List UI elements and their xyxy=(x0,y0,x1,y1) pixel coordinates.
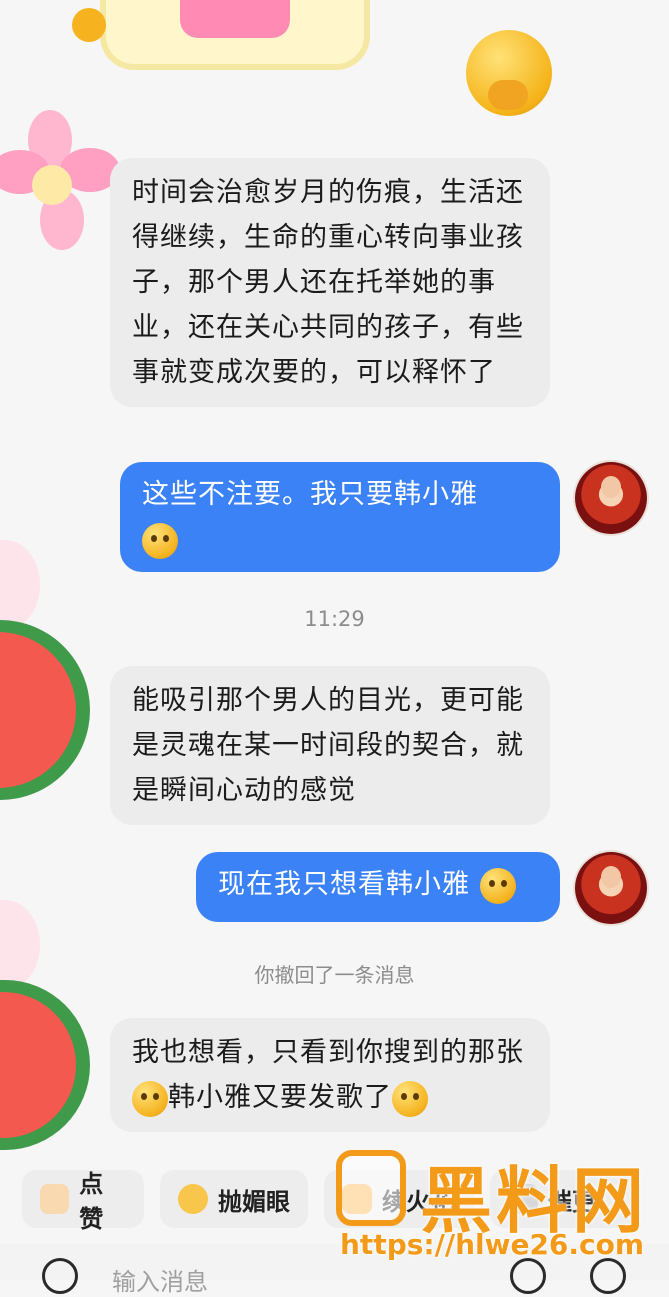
flower-sticker xyxy=(0,110,120,260)
outgoing-message-bubble[interactable]: 现在我只想看韩小雅 xyxy=(196,852,560,922)
incoming-message-bubble[interactable]: 能吸引那个男人的目光，更可能是灵魂在某一时间段的契合，就是瞬间心动的感觉 xyxy=(110,666,550,825)
winking-tongue-emoji xyxy=(392,1080,428,1117)
crying-laughing-emoji xyxy=(132,1080,168,1117)
message-text: 现在我只想看韩小雅 xyxy=(218,869,470,900)
user-avatar[interactable] xyxy=(575,462,647,534)
sticker-banner xyxy=(100,0,370,70)
crying-laughing-emoji xyxy=(142,522,178,559)
message-text: 能吸引那个男人的目光，更可能是灵魂在某一时间段的契合，就是瞬间心动的感觉 xyxy=(132,685,524,806)
chip-label: 点赞 xyxy=(79,1170,104,1233)
message-text: 这些不注要。我只要韩小雅 xyxy=(142,479,478,510)
incoming-message-bubble[interactable]: 时间会治愈岁月的伤痕，生活还得继续，生命的重心转向事业孩子，那个男人还在托举她的… xyxy=(110,158,550,407)
cover-mouth-emoji xyxy=(466,30,552,116)
message-text: 韩小雅又要发歌了 xyxy=(168,1082,392,1113)
outgoing-message-bubble[interactable]: 这些不注要。我只要韩小雅 xyxy=(120,462,560,572)
wink-face-icon xyxy=(178,1184,208,1214)
chip-label: 抛媚眼 xyxy=(218,1187,290,1216)
voice-icon[interactable] xyxy=(42,1258,78,1294)
emoji-icon[interactable] xyxy=(510,1258,546,1294)
watermelon-sticker xyxy=(0,900,100,1150)
quick-reply-like[interactable]: 点赞 xyxy=(22,1170,144,1233)
incoming-message-bubble[interactable]: 我也想看，只看到你搜到的那张韩小雅又要发歌了 xyxy=(110,1018,550,1132)
thumbs-up-icon xyxy=(40,1184,70,1214)
quick-reply-wink[interactable]: 抛媚眼 xyxy=(160,1170,308,1228)
watermelon-sticker xyxy=(0,540,100,800)
watermark-logo-icon xyxy=(336,1150,406,1226)
add-icon[interactable] xyxy=(590,1258,626,1294)
message-timestamp: 11:29 xyxy=(304,607,365,631)
heart-sticker-icon xyxy=(72,8,106,42)
user-avatar[interactable] xyxy=(575,852,647,924)
message-text: 时间会治愈岁月的伤痕，生活还得继续，生命的重心转向事业孩子，那个男人还在托举她的… xyxy=(132,177,524,388)
recall-notice: 你撤回了一条消息 xyxy=(254,963,415,987)
watermark-url: https://hlwe26.com xyxy=(340,1228,645,1261)
pleading-emoji xyxy=(479,867,516,904)
message-text: 我也想看，只看到你搜到的那张 xyxy=(132,1037,524,1068)
